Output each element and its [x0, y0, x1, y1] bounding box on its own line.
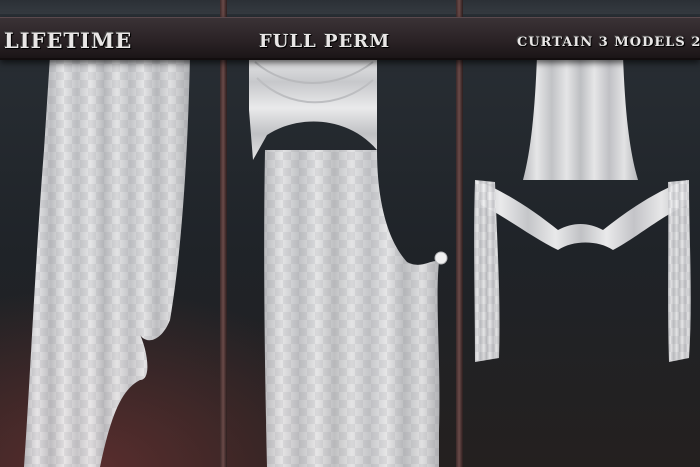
product-name-label: CURTAIN 3 MODELS 21: [517, 35, 700, 50]
curtain-panel-1: [0, 0, 220, 467]
straight-curtain-image: [24, 56, 190, 467]
curtain-panel-3: [463, 0, 700, 467]
curtain-panel-2: [227, 0, 457, 467]
swag-curtain-image: [249, 56, 448, 467]
lifetime-label: LIFETIME: [4, 28, 133, 53]
full-perm-label: FULL PERM: [259, 31, 391, 52]
panel-divider-1: [220, 0, 227, 467]
panel-divider-2: [456, 0, 463, 467]
balloon-valance-image: [474, 56, 691, 362]
